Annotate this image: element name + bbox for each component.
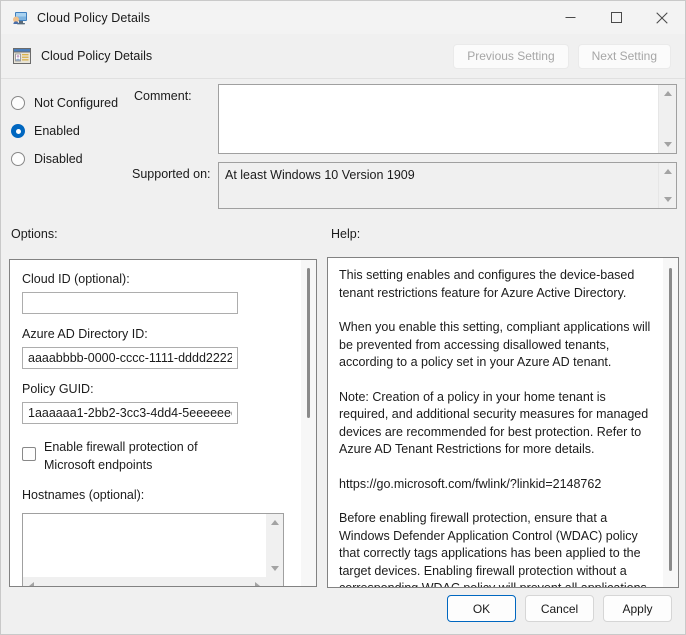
cloud-id-input[interactable] [22, 292, 238, 314]
comment-label: Comment: [134, 89, 192, 103]
help-panel-scroll-thumb[interactable] [669, 268, 672, 571]
comment-scroll-down-icon[interactable] [659, 136, 676, 153]
hostnames-scroll-corner [266, 577, 283, 586]
policy-window-icon [12, 10, 28, 26]
comment-box[interactable] [218, 84, 677, 154]
options-panel-scroll-thumb[interactable] [307, 268, 310, 418]
window-controls [547, 1, 685, 34]
radio-disabled-label: Disabled [34, 152, 83, 166]
radio-disabled-indicator [11, 152, 25, 166]
radio-disabled[interactable]: Disabled [11, 145, 118, 173]
supported-on-box: At least Windows 10 Version 1909 [218, 162, 677, 209]
firewall-protection-checkbox[interactable] [22, 447, 36, 461]
supported-on-value: At least Windows 10 Version 1909 [225, 168, 415, 182]
radio-enabled[interactable]: Enabled [11, 117, 118, 145]
radio-enabled-label: Enabled [34, 124, 80, 138]
radio-not-configured-indicator [11, 96, 25, 110]
title-bar: Cloud Policy Details [1, 1, 685, 34]
policy-setting-icon [12, 46, 32, 66]
state-radio-group: Not Configured Enabled Disabled [11, 89, 118, 173]
cloud-policy-details-window: Cloud Policy Details Cloud Policy Detail… [0, 0, 686, 635]
help-link-url: https://go.microsoft.com/fwlink/?linkid=… [339, 476, 602, 491]
directory-id-input[interactable] [22, 347, 238, 369]
firewall-protection-label: Enable firewall protection of Microsoft … [44, 440, 198, 472]
apply-button[interactable]: Apply [603, 595, 672, 622]
comment-value[interactable] [219, 85, 658, 153]
configuration-area: Not Configured Enabled Disabled Comment:… [1, 79, 685, 212]
firewall-protection-checkbox-row[interactable]: Enable firewall protection of Microsoft … [22, 438, 301, 474]
setting-header: Cloud Policy Details Previous Setting Ne… [1, 34, 685, 78]
ok-button[interactable]: OK [447, 595, 516, 622]
options-panel: Cloud ID (optional): Azure AD Directory … [9, 259, 317, 587]
options-panel-content: Cloud ID (optional): Azure AD Directory … [10, 260, 301, 586]
dialog-buttons: OK Cancel Apply [447, 595, 672, 622]
hostnames-label: Hostnames (optional): [22, 488, 145, 502]
help-paragraph: This setting enables and configures the … [339, 268, 635, 300]
radio-enabled-indicator [11, 124, 25, 138]
hostnames-scroll-right-icon[interactable] [249, 577, 266, 586]
next-setting-button[interactable]: Next Setting [577, 43, 671, 69]
help-panel: This setting enables and configures the … [327, 257, 679, 588]
cancel-button[interactable]: Cancel [525, 595, 594, 622]
help-paragraph: Note: Creation of a policy in your home … [339, 389, 649, 457]
policy-guid-input[interactable] [22, 402, 238, 424]
hostnames-scroll-down-icon[interactable] [266, 560, 283, 577]
hostnames-horizontal-scrollbar[interactable] [23, 577, 266, 586]
supported-on-label: Supported on: [132, 167, 211, 181]
help-section-label: Help: [331, 227, 361, 241]
hostnames-scroll-left-icon[interactable] [23, 577, 40, 586]
options-section-label: Options: [11, 227, 58, 241]
help-paragraph: When you enable this setting, compliant … [339, 320, 651, 369]
hostnames-scroll-up-icon[interactable] [266, 514, 283, 531]
policy-guid-label: Policy GUID: [22, 382, 94, 396]
supported-scroll-down-icon[interactable] [659, 191, 676, 208]
cloud-id-label: Cloud ID (optional): [22, 272, 130, 286]
minimize-icon[interactable] [547, 1, 593, 34]
supported-on-scrollbar[interactable] [658, 163, 676, 208]
comment-scroll-up-icon[interactable] [659, 85, 676, 102]
radio-not-configured[interactable]: Not Configured [11, 89, 118, 117]
options-panel-scrollbar[interactable] [301, 260, 316, 586]
close-icon[interactable] [639, 1, 685, 34]
directory-id-label: Azure AD Directory ID: [22, 327, 148, 341]
help-panel-scrollbar[interactable] [663, 258, 678, 587]
setting-title: Cloud Policy Details [41, 49, 153, 63]
maximize-icon[interactable] [593, 1, 639, 34]
help-panel-content: This setting enables and configures the … [328, 258, 663, 587]
help-paragraph: Before enabling firewall protection, ens… [339, 511, 647, 587]
hostnames-listbox[interactable] [22, 513, 284, 586]
setting-nav-buttons: Previous Setting Next Setting [453, 43, 671, 69]
comment-scrollbar[interactable] [658, 85, 676, 153]
hostnames-vertical-scrollbar[interactable] [266, 514, 283, 577]
radio-not-configured-label: Not Configured [34, 96, 119, 110]
window-title: Cloud Policy Details [37, 10, 151, 25]
previous-setting-button[interactable]: Previous Setting [453, 43, 569, 69]
supported-scroll-up-icon[interactable] [659, 163, 676, 180]
